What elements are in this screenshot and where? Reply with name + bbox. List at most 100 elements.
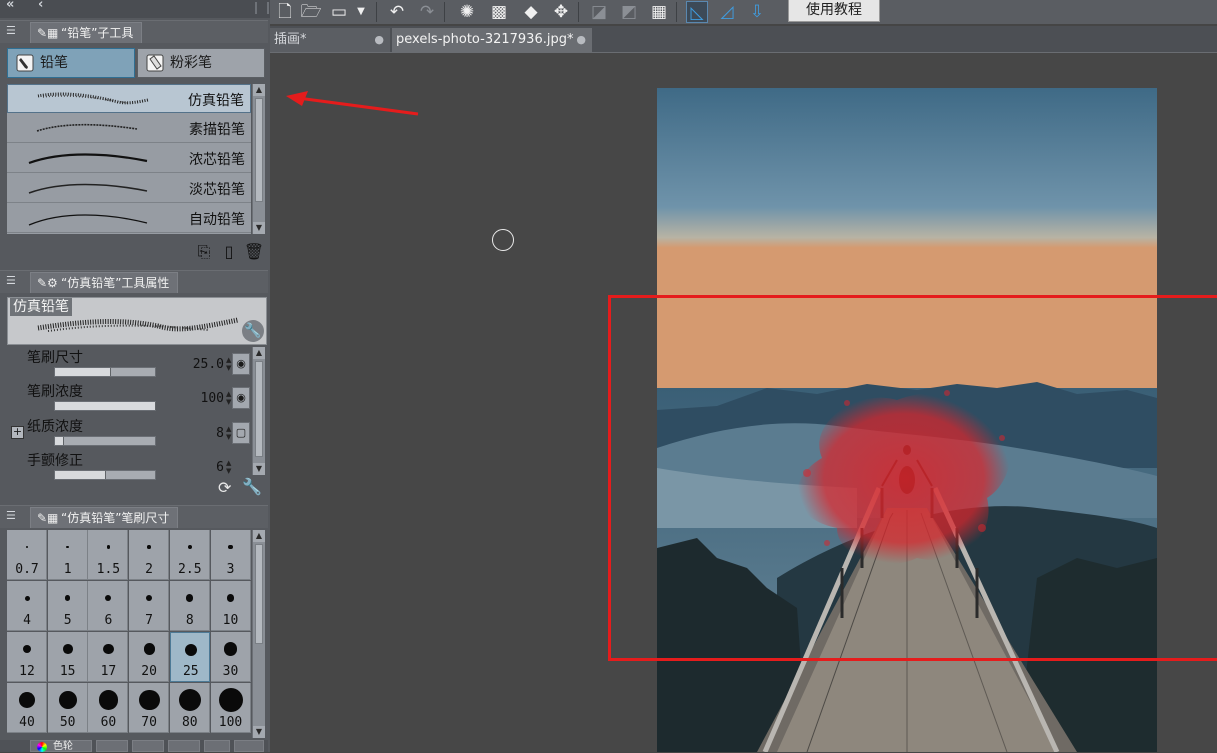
- scroll-down-icon[interactable]: ▼: [253, 726, 265, 738]
- scroll-thumb[interactable]: [255, 361, 263, 457]
- property-scrollbar[interactable]: ▲ ▼: [252, 347, 265, 475]
- prop-value[interactable]: 8: [216, 426, 224, 441]
- prop-slider[interactable]: [54, 367, 156, 377]
- fill-icon[interactable]: ◆: [520, 1, 542, 23]
- prop-value[interactable]: 25.0: [193, 357, 224, 372]
- grip-handle[interactable]: [255, 2, 269, 14]
- tab-color-history[interactable]: [204, 740, 230, 752]
- brush-size-cell[interactable]: 1: [47, 530, 88, 580]
- special-ruler-snap-icon[interactable]: ◿: [716, 1, 738, 23]
- brush-size-cell[interactable]: 5: [47, 581, 88, 631]
- brush-size-cell[interactable]: 2.5: [169, 530, 210, 580]
- tab-close-icon[interactable]: ●: [374, 28, 384, 52]
- save-icon[interactable]: ▭: [328, 1, 350, 23]
- tab-intermediate-color[interactable]: [132, 740, 164, 752]
- panel-menu-icon[interactable]: ☰: [6, 24, 20, 38]
- subtool-panel-tab[interactable]: ✎▦ “铅笔”子工具: [30, 22, 143, 43]
- collapse-left-icon[interactable]: «: [6, 0, 15, 12]
- brush-size-cell[interactable]: 50: [47, 683, 88, 733]
- canvas-area[interactable]: [270, 53, 1217, 752]
- prop-paper-density[interactable]: + 纸质浓度 8 ▲ ▼ ▢: [7, 416, 250, 450]
- brush-size-tab[interactable]: ✎▦ “仿真铅笔”笔刷尺寸: [30, 507, 179, 528]
- brush-size-cell[interactable]: 25: [169, 632, 210, 682]
- chevron-left-icon[interactable]: ‹: [38, 0, 43, 12]
- prop-stabilization[interactable]: 手颤修正 6 ▲ ▼: [7, 450, 250, 484]
- brush-item[interactable]: 素描铅笔: [7, 114, 251, 143]
- tool-property-tab[interactable]: ✎⚙ “仿真铅笔”工具属性: [30, 272, 179, 293]
- prop-slider[interactable]: [54, 470, 156, 480]
- brush-item[interactable]: 浓芯铅笔: [7, 144, 251, 173]
- copy-subtool-icon[interactable]: ⎘: [193, 241, 215, 263]
- wrench-icon[interactable]: 🔧: [242, 477, 262, 496]
- tutorial-button[interactable]: 使用教程: [788, 0, 880, 22]
- grid-snap-icon[interactable]: ⇩: [746, 1, 768, 23]
- scroll-thumb[interactable]: [255, 544, 263, 644]
- trash-icon[interactable]: 🗑: [243, 241, 265, 263]
- brush-size-cell[interactable]: 2: [129, 530, 170, 580]
- brush-item[interactable]: 仿真铅笔: [7, 84, 251, 113]
- undo-icon[interactable]: ↶: [386, 1, 408, 23]
- deselect-icon[interactable]: ◪: [588, 1, 610, 23]
- prop-brush-density[interactable]: 笔刷浓度 100 ▲ ▼ ◉: [7, 381, 250, 415]
- scroll-down-icon[interactable]: ▼: [253, 222, 265, 234]
- brush-size-cell[interactable]: 17: [88, 632, 129, 682]
- new-subtool-icon[interactable]: ▯: [218, 241, 240, 263]
- tab-more[interactable]: [234, 740, 264, 752]
- clear-icon[interactable]: ▩: [488, 1, 510, 23]
- ruler-snap-icon[interactable]: ◺: [686, 1, 708, 23]
- spin-icon[interactable]: ▲ ▼: [226, 459, 234, 475]
- reset-icon[interactable]: ⟳: [218, 478, 231, 497]
- brush-size-cell[interactable]: 80: [169, 683, 210, 733]
- brush-size-cell[interactable]: 60: [88, 683, 129, 733]
- expand-icon[interactable]: +: [11, 426, 24, 439]
- transform-icon[interactable]: ✥: [550, 1, 572, 23]
- size-scrollbar[interactable]: ▲ ▼: [252, 530, 265, 738]
- doc-tab[interactable]: 插画* ●: [270, 28, 390, 52]
- selection-border-icon[interactable]: ▦: [648, 1, 670, 23]
- brush-size-cell[interactable]: 12: [7, 632, 47, 682]
- brush-size-cell[interactable]: 10: [210, 581, 251, 631]
- brush-size-cell[interactable]: 8: [169, 581, 210, 631]
- pressure-icon[interactable]: ◉: [232, 387, 250, 409]
- panel-menu-icon[interactable]: ☰: [6, 509, 20, 523]
- brush-size-cell[interactable]: 1.5: [88, 530, 129, 580]
- brush-size-cell[interactable]: 4: [7, 581, 47, 631]
- brush-size-cell[interactable]: 7: [129, 581, 170, 631]
- pressure-icon[interactable]: ◉: [232, 353, 250, 375]
- subtool-group-pencil[interactable]: 铅笔: [7, 48, 135, 78]
- scroll-up-icon[interactable]: ▲: [253, 530, 265, 542]
- brush-item[interactable]: 淡芯铅笔: [7, 174, 251, 203]
- brush-size-cell[interactable]: 30: [210, 632, 251, 682]
- prop-brush-size[interactable]: 笔刷尺寸 25.0 ▲ ▼ ◉: [7, 347, 250, 381]
- open-folder-icon[interactable]: 🗁: [300, 1, 322, 23]
- brush-size-cell[interactable]: 0.7: [7, 530, 47, 580]
- new-file-icon[interactable]: 🗋: [274, 1, 296, 23]
- brush-size-cell[interactable]: 20: [129, 632, 170, 682]
- tab-color-set[interactable]: [96, 740, 128, 752]
- scroll-thumb[interactable]: [255, 98, 263, 202]
- prop-value[interactable]: 100: [201, 391, 224, 406]
- wrench-icon[interactable]: 🔧: [242, 320, 264, 342]
- brush-list-scrollbar[interactable]: ▲ ▼: [252, 84, 265, 234]
- brush-item[interactable]: 自动铅笔: [7, 204, 251, 233]
- brush-size-cell[interactable]: 3: [210, 530, 251, 580]
- scroll-down-icon[interactable]: ▼: [253, 463, 265, 475]
- brush-size-cell[interactable]: 70: [129, 683, 170, 733]
- scroll-up-icon[interactable]: ▲: [253, 347, 265, 359]
- redo-icon[interactable]: ↷: [416, 1, 438, 23]
- chevron-down-icon[interactable]: ▼: [350, 1, 372, 23]
- tab-close-icon[interactable]: ●: [576, 28, 586, 52]
- checkbox-icon[interactable]: ▢: [232, 422, 250, 444]
- brush-size-cell[interactable]: 15: [47, 632, 88, 682]
- loading-icon[interactable]: ✺: [456, 1, 478, 23]
- subtool-group-pastel[interactable]: 粉彩笔: [137, 48, 265, 78]
- brush-size-cell[interactable]: 100: [210, 683, 251, 733]
- panel-menu-icon[interactable]: ☰: [6, 274, 20, 288]
- brush-size-cell[interactable]: 40: [7, 683, 47, 733]
- prop-slider[interactable]: [54, 436, 156, 446]
- prop-slider[interactable]: [54, 401, 156, 411]
- tab-color-wheel[interactable]: 色轮: [30, 740, 92, 752]
- prop-value[interactable]: 6: [216, 460, 224, 475]
- brush-size-cell[interactable]: 6: [88, 581, 129, 631]
- scroll-up-icon[interactable]: ▲: [253, 84, 265, 96]
